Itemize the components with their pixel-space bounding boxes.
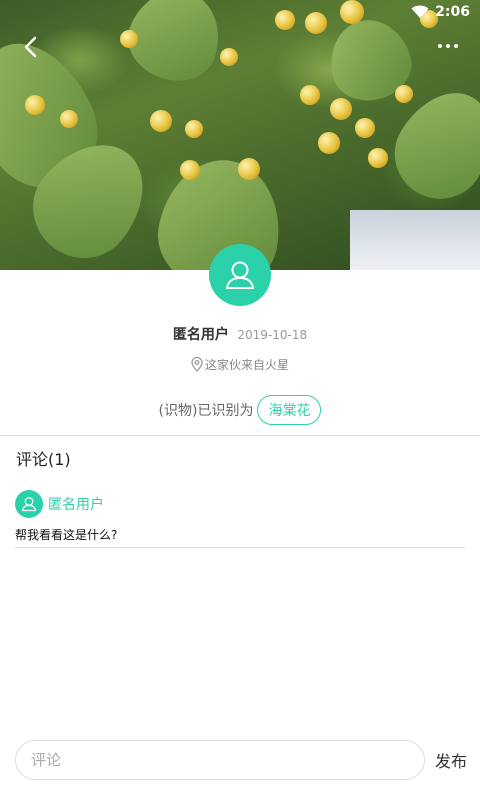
publish-button[interactable]: 发布 bbox=[435, 748, 467, 772]
photo-berry bbox=[318, 132, 340, 154]
photo-berry bbox=[330, 98, 352, 120]
author-avatar[interactable] bbox=[209, 244, 271, 306]
comments-title: 评论(1) bbox=[16, 450, 71, 469]
user-avatar-icon bbox=[226, 261, 254, 289]
photo-berry bbox=[60, 110, 78, 128]
location-text: 这家伙来自火星 bbox=[204, 358, 289, 372]
status-time: 2:06 bbox=[435, 4, 470, 20]
photo-berry bbox=[368, 148, 388, 168]
photo-berry bbox=[220, 48, 238, 66]
comment-item: 匿名用户 帮我看看这是什么? bbox=[15, 490, 465, 548]
photo-berry bbox=[355, 118, 375, 138]
photo-berry bbox=[395, 85, 413, 103]
photo-berry bbox=[300, 85, 320, 105]
status-bar: 2:06 bbox=[0, 0, 480, 24]
wifi-icon bbox=[411, 5, 429, 18]
comment-input[interactable] bbox=[15, 740, 425, 780]
user-avatar-icon bbox=[21, 497, 37, 512]
photo-sky bbox=[350, 210, 480, 270]
author-info: 匿名用户 2019-10-18 bbox=[0, 324, 480, 344]
post-photo[interactable] bbox=[0, 0, 480, 270]
back-button[interactable] bbox=[12, 32, 48, 62]
photo-berry bbox=[238, 158, 260, 180]
section-divider bbox=[0, 435, 480, 436]
more-dots-icon bbox=[438, 44, 458, 48]
comment-text: 帮我看看这是什么? bbox=[15, 526, 465, 548]
identification-result: (识物)已识别为 海棠花 bbox=[0, 395, 480, 425]
author-name: 匿名用户 bbox=[172, 327, 229, 343]
post-detail-page: 2:06 匿名用户 2019-10-18 这家伙来自火星 (识物)已识别为 海棠… bbox=[0, 0, 480, 800]
more-button[interactable] bbox=[430, 34, 466, 58]
comment-composer: 发布 bbox=[0, 738, 480, 782]
commenter-name[interactable]: 匿名用户 bbox=[48, 494, 104, 514]
photo-berry bbox=[150, 110, 172, 132]
photo-leaf bbox=[378, 74, 480, 216]
photo-berry bbox=[185, 120, 203, 138]
photo-berry bbox=[120, 30, 138, 48]
location-pin-icon bbox=[191, 357, 203, 372]
photo-berry bbox=[180, 160, 200, 180]
commenter-avatar[interactable] bbox=[15, 490, 43, 518]
location-info: 这家伙来自火星 bbox=[0, 356, 480, 373]
photo-berry bbox=[25, 95, 45, 115]
identified-prefix: (识物)已识别为 bbox=[158, 403, 254, 419]
identified-plant-tag[interactable]: 海棠花 bbox=[257, 395, 322, 425]
post-date: 2019-10-18 bbox=[237, 328, 308, 342]
comment-header: 匿名用户 bbox=[15, 490, 465, 518]
back-arrow-icon bbox=[24, 36, 37, 58]
